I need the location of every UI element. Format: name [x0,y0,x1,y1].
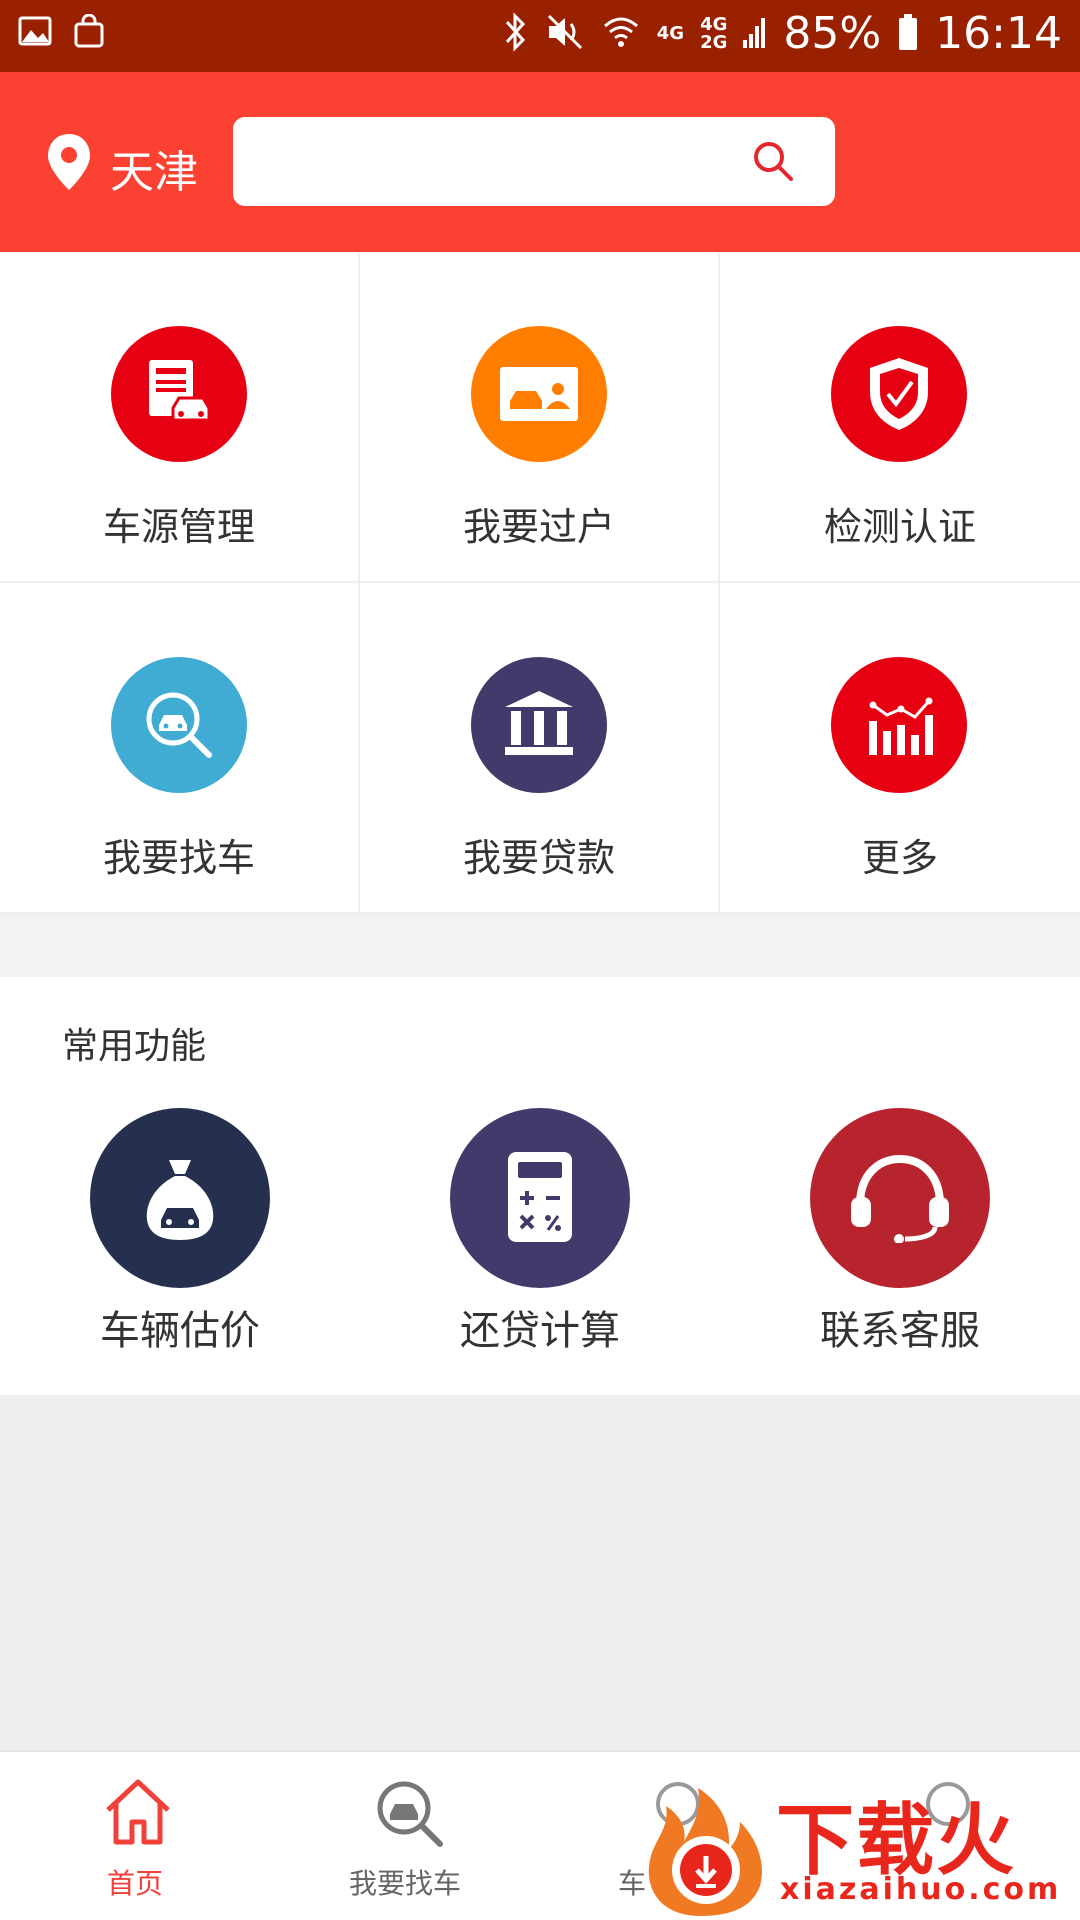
grid-item-more[interactable]: 更多 [720,583,1080,914]
car-search-icon [111,657,247,793]
search-icon[interactable] [751,139,795,183]
tool-contact-service[interactable]: 联系客服 [720,1108,1080,1354]
car-source-icon [111,326,247,462]
network-4g: 4G [656,22,685,44]
mute-icon [545,12,585,56]
chart-icon [831,657,967,793]
shield-check-icon [831,326,967,462]
shopping-bag-icon [72,13,106,52]
flame-logo-icon [648,1788,762,1916]
grid-item-label: 车源管理 [102,505,255,549]
transfer-icon [471,326,607,462]
grid-item-label: 我要找车 [102,836,255,880]
header: 天津 [0,72,1080,252]
search-input[interactable] [233,117,835,206]
gallery-icon [18,14,52,52]
battery-icon [897,12,919,56]
content-empty-area [0,1395,1080,1750]
grid-item-find-car[interactable]: 我要找车 [0,583,360,914]
tab-label: 我要找车 [348,1867,461,1900]
calculator-icon [450,1108,630,1288]
grid-item-inspection[interactable]: 检测认证 [720,252,1080,583]
headset-icon [810,1108,990,1288]
grid-item-loan[interactable]: 我要贷款 [360,583,720,914]
network-dual: 4G 2G [700,13,728,53]
tool-label: 联系客服 [820,1308,980,1354]
grid-item-label: 我要贷款 [462,836,615,880]
main-function-grid: 车源管理 我要过户 检测认证 我要找车 我要贷款 更多 [0,252,1080,914]
tab-label: 首页 [106,1867,163,1900]
grid-item-label: 更多 [861,836,938,880]
tool-label: 还贷计算 [460,1308,620,1354]
location-pin-icon[interactable] [46,132,92,192]
bluetooth-icon [503,11,529,56]
clock: 16:14 [935,8,1062,59]
tool-car-valuation[interactable]: 车辆估价 [0,1108,360,1354]
tool-loan-calculator[interactable]: 还贷计算 [360,1108,720,1354]
section-title: 常用功能 [62,1026,207,1067]
signal-icon [743,14,767,54]
watermark-logo: 下载火 xiazaihuo.com [640,1770,1080,1920]
bank-icon [471,657,607,793]
watermark-url: xiazaihuo.com [780,1872,1062,1907]
city-selector[interactable]: 天津 [110,136,198,200]
wifi-icon [601,12,641,56]
grid-item-transfer[interactable]: 我要过户 [360,252,720,583]
tool-label: 车辆估价 [100,1308,260,1354]
home-icon [100,1774,176,1850]
common-functions-section: 常用功能 车辆估价 还贷计算 联系客服 [0,977,1080,1395]
battery-percent: 85% [783,8,882,59]
status-bar: 4G 4G 2G 85% 16:14 [0,0,1080,72]
tab-find-car[interactable]: 我要找车 [270,1752,540,1920]
grid-item-car-source[interactable]: 车源管理 [0,252,360,583]
car-search-icon [370,1774,446,1850]
money-bag-icon [90,1108,270,1288]
grid-item-label: 检测认证 [823,505,976,549]
grid-item-label: 我要过户 [462,505,615,549]
tab-home[interactable]: 首页 [0,1752,270,1920]
